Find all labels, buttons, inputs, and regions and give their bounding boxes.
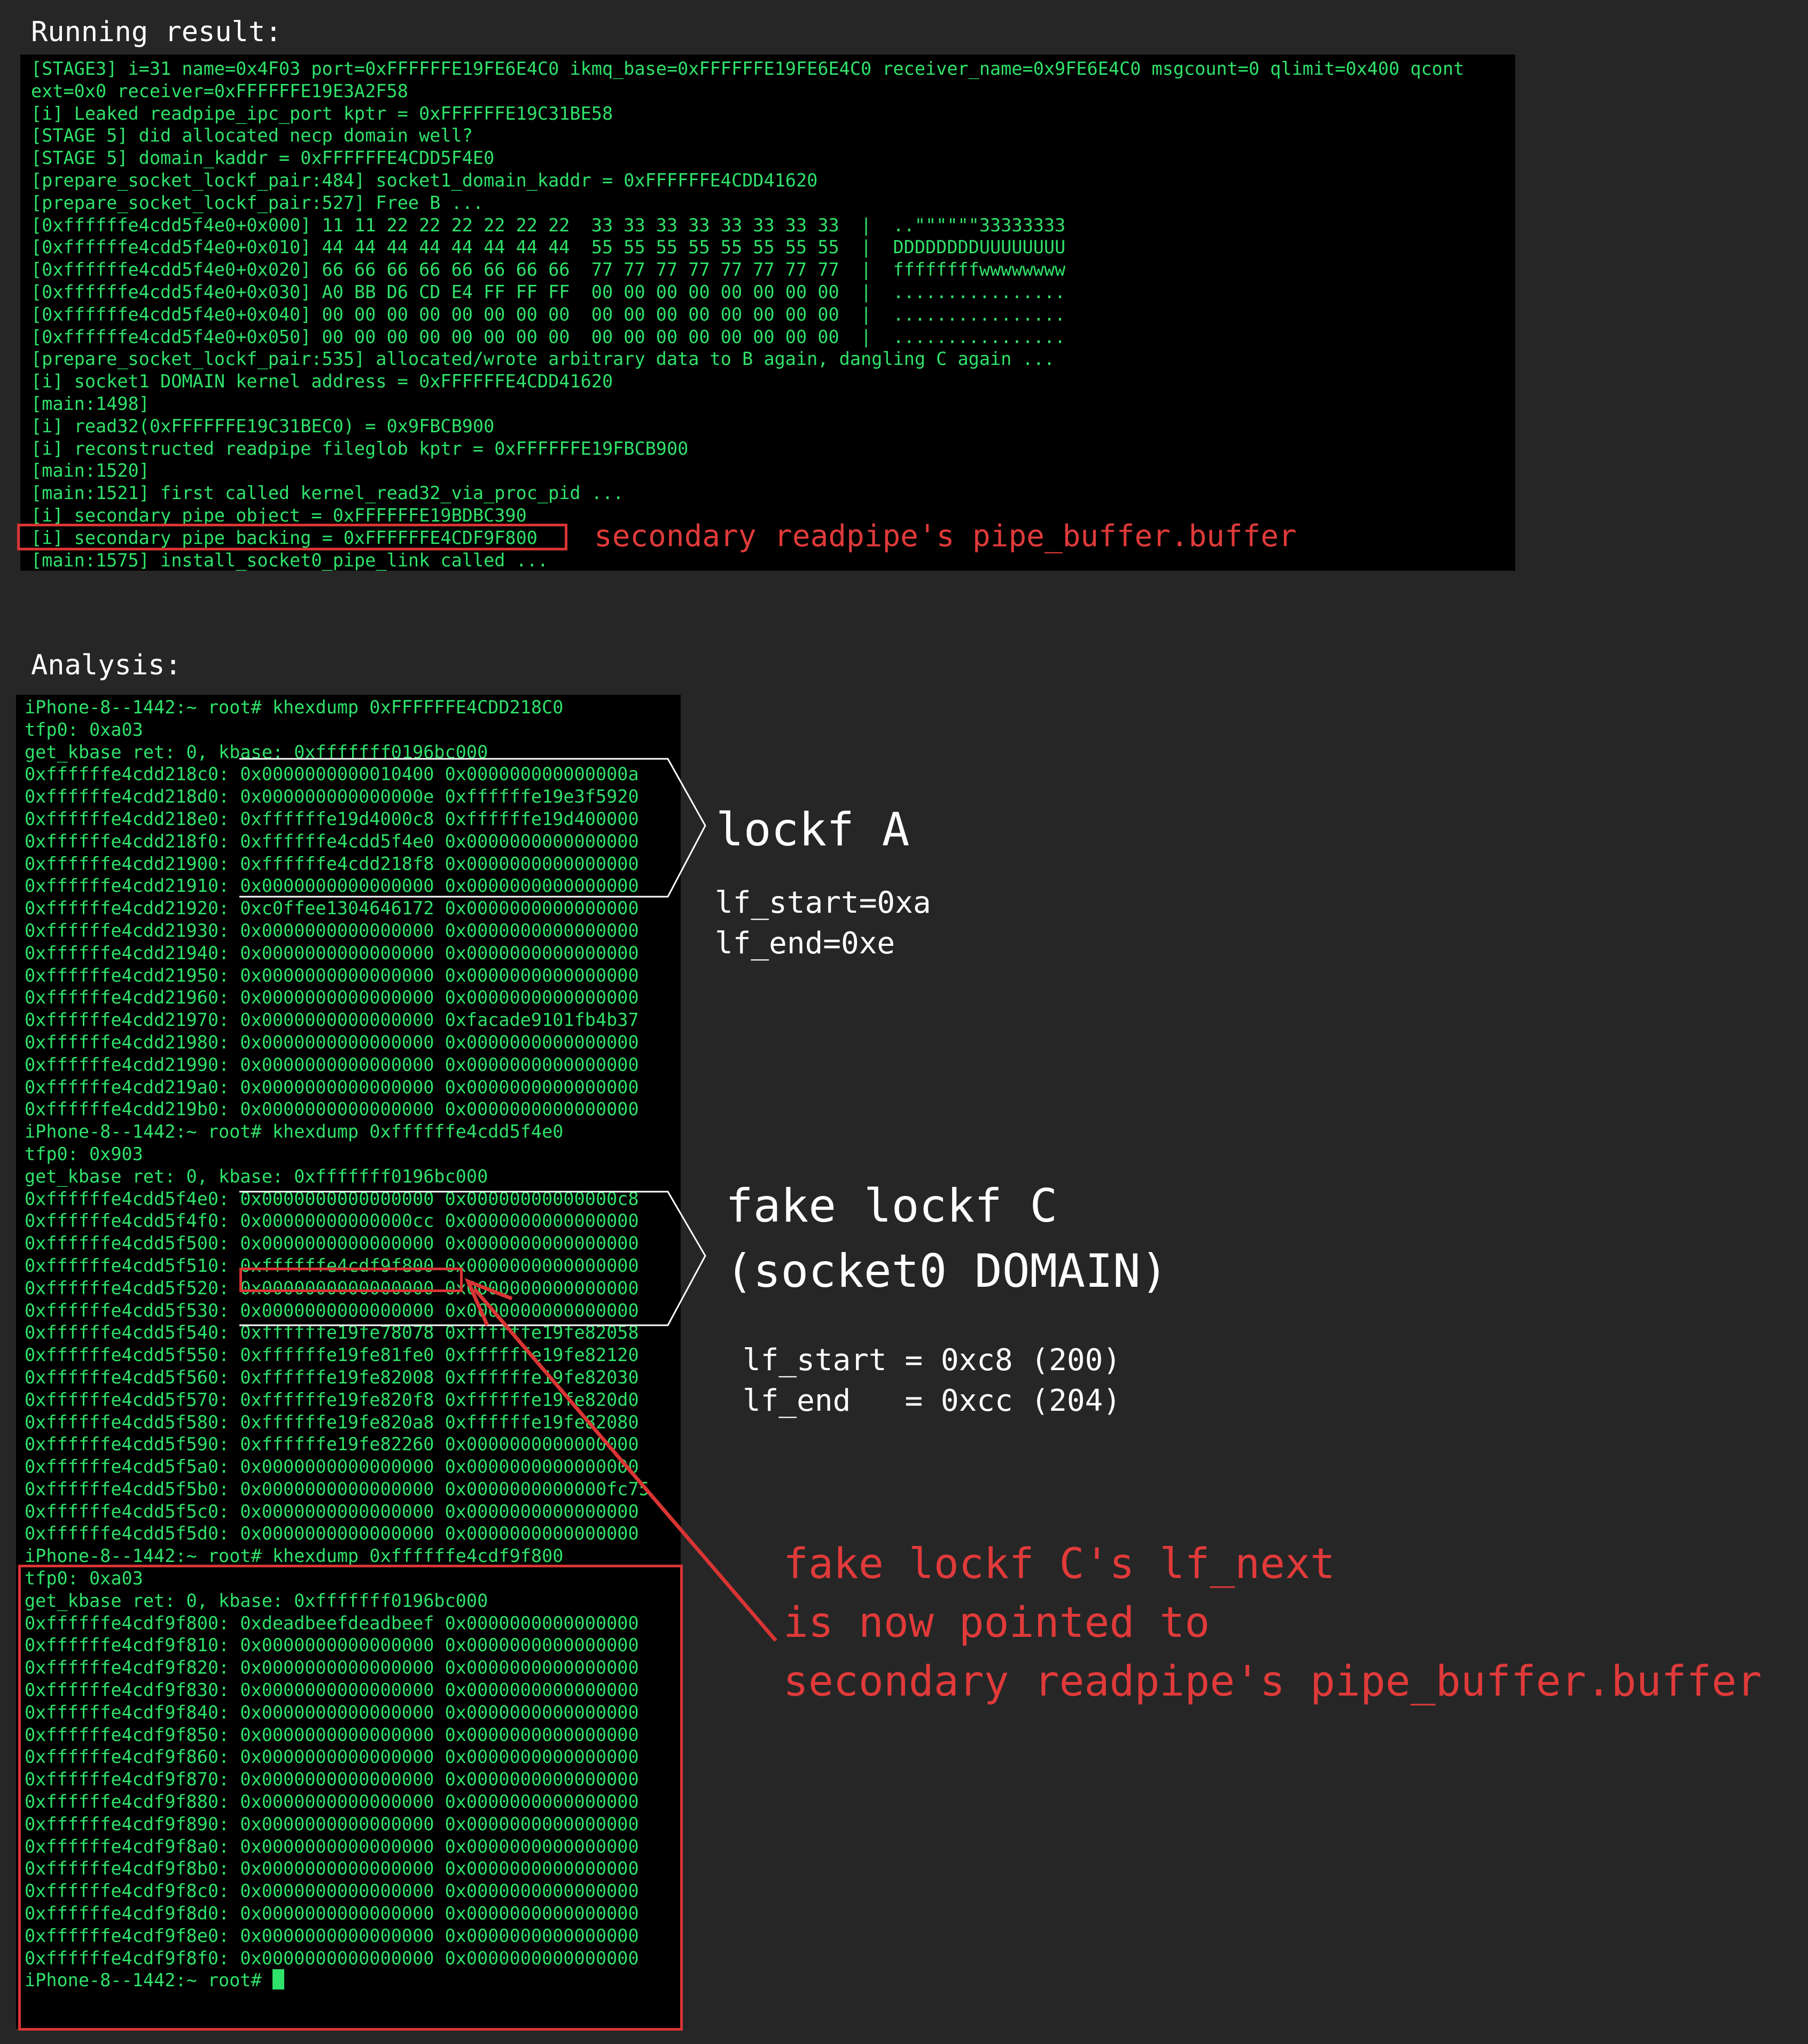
- lockf-c-brace: [239, 1191, 706, 1326]
- lockf-a-brace: [239, 758, 706, 898]
- lf-next-arrow-line: [473, 1287, 777, 1642]
- annotation-overlay: [239, 758, 777, 1642]
- lf-next-arrow-head: [464, 1278, 513, 1326]
